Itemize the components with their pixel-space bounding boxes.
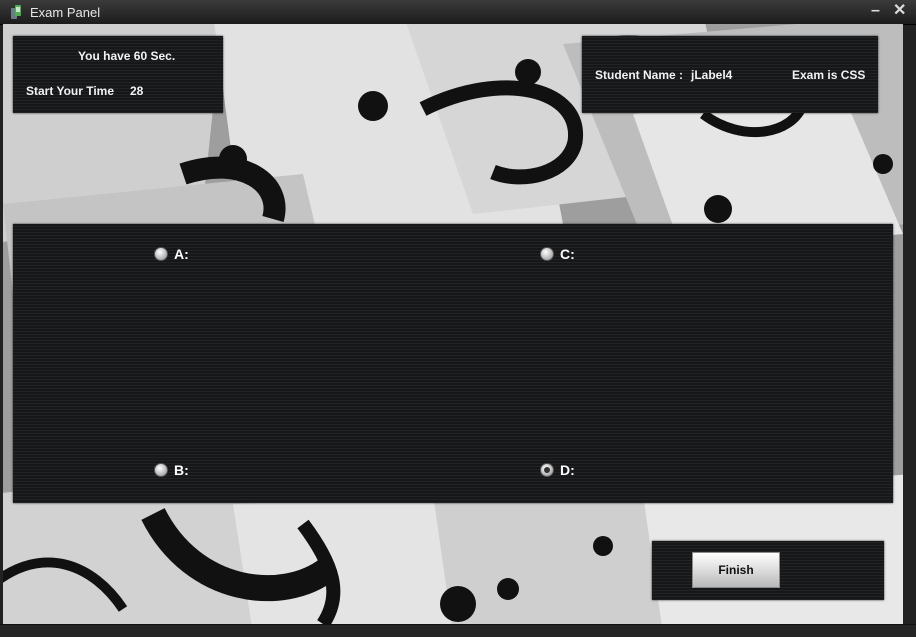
finish-panel: Finish — [652, 541, 884, 600]
minimize-icon[interactable]: – — [871, 2, 880, 20]
student-name-value: jLabel4 — [691, 68, 733, 82]
options-panel: A: C: B: D: — [13, 224, 893, 503]
timer-message: You have 60 Sec. — [78, 49, 176, 63]
content-area: You have 60 Sec. Start Your Time 28 Stud… — [3, 24, 903, 624]
exam-panel-window: Exam Panel – ✕ You have 60 Sec. Start Yo… — [0, 0, 916, 637]
option-b-label: B: — [174, 462, 189, 478]
finish-button[interactable]: Finish — [692, 552, 780, 588]
student-info-panel: Student Name : jLabel4 Exam is CSS — [582, 36, 878, 113]
option-a-label: A: — [174, 246, 189, 262]
time-value: 28 — [130, 84, 144, 98]
student-name-label: Student Name : — [595, 68, 684, 82]
radio-icon[interactable] — [154, 247, 168, 261]
radio-icon[interactable] — [540, 463, 554, 477]
option-d[interactable]: D: — [540, 462, 575, 478]
title-bar[interactable]: Exam Panel – ✕ — [0, 0, 916, 25]
radio-icon[interactable] — [540, 247, 554, 261]
timer-panel: You have 60 Sec. Start Your Time 28 — [13, 36, 223, 113]
option-c[interactable]: C: — [540, 246, 575, 262]
app-icon — [11, 5, 21, 19]
option-c-label: C: — [560, 246, 575, 262]
option-a[interactable]: A: — [154, 246, 189, 262]
option-b[interactable]: B: — [154, 462, 189, 478]
start-time-label: Start Your Time — [26, 84, 115, 98]
exam-label: Exam is CSS — [792, 68, 866, 82]
option-d-label: D: — [560, 462, 575, 478]
radio-icon[interactable] — [154, 463, 168, 477]
window-bottom-border — [0, 624, 916, 637]
close-icon[interactable]: ✕ — [893, 2, 906, 20]
window-title: Exam Panel — [30, 5, 101, 20]
